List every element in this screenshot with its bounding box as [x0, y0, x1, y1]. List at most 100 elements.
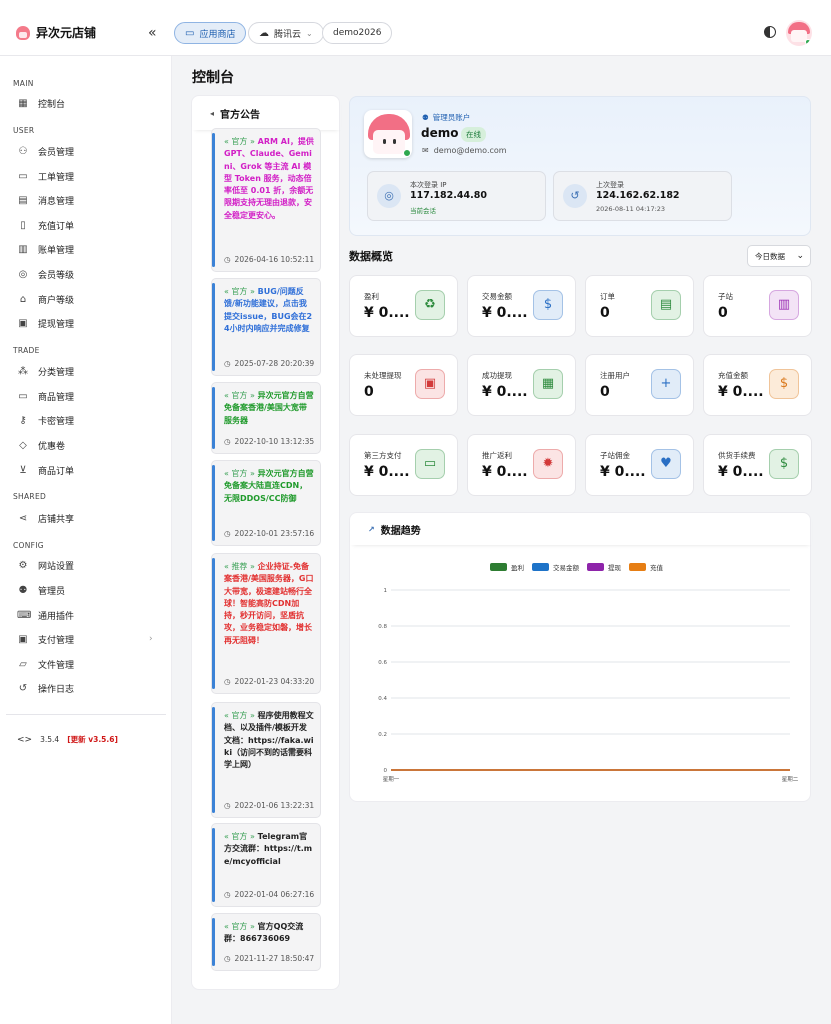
timestamp: 2022-01-23 04:33:20	[234, 677, 315, 686]
announcement-item[interactable]: « 官方 » 官方QQ交流群：866736069 ◷ 2021-11-27 18:…	[211, 913, 321, 971]
stat-card[interactable]: 充值金额 ¥ 0.... $	[703, 354, 812, 416]
user-avatar[interactable]	[786, 20, 812, 46]
sidebar-item-shop-share[interactable]: ⋖ 店铺共享	[17, 511, 74, 525]
sidebar-item-categories[interactable]: ⁂ 分类管理	[17, 364, 74, 378]
stat-card[interactable]: 推广返利 ¥ 0.... ✹	[467, 434, 576, 496]
stat-label: 充值金额	[718, 371, 748, 380]
announcement-item[interactable]: « 官方 » 异次元官方自营免备案大陆直连CDN，无限DDOS/CC防御 ◷ 20…	[211, 460, 321, 546]
announcement-item[interactable]: « 官方 » 异次元官方自营免备案香港/美国大宽带服务器 ◷ 2022-10-10…	[211, 382, 321, 454]
announcement-item[interactable]: « 官方 » Telegram官方交流群：https://t.me/mcyoff…	[211, 823, 321, 907]
stat-value: ¥ 0....	[482, 464, 528, 480]
sidebar-item-label: 控制台	[38, 99, 66, 110]
update-link[interactable]: [更新 v3.5.6]	[67, 734, 118, 745]
clock-icon: ◷	[224, 437, 231, 446]
stat-card[interactable]: 未处理提现 0 ▣	[349, 354, 458, 416]
sidebar-item-recharge-orders[interactable]: ▯ 充值订单	[17, 218, 74, 232]
announcement-body: « 官方 » Telegram官方交流群：https://t.me/mcyoff…	[224, 831, 314, 868]
timestamp: 2022-10-01 23:57:16	[234, 529, 315, 538]
sidebar-item-label: 提现管理	[38, 319, 75, 330]
app-logo[interactable]: 异次元店铺	[16, 24, 96, 41]
key-icon: ⚷	[19, 414, 27, 426]
admin-icon: ⚉	[422, 113, 429, 122]
app-title: 异次元店铺	[36, 26, 97, 40]
sidebar-item-plugins[interactable]: ⌨ 通用插件	[17, 608, 74, 622]
tencent-cloud-pill[interactable]: ☁ 腾讯云 ⌄	[248, 22, 324, 44]
sidebar-item-product-orders[interactable]: ⊻ 商品订单	[17, 463, 74, 477]
app-store-pill[interactable]: ▭ 应用商店	[174, 22, 247, 44]
collapse-sidebar-icon[interactable]: «	[148, 26, 157, 40]
sidebar: MAIN ▦ 控制台 USER ⚇ 会员管理 ▭ 工单管理 ▤ 消息管理 ▯ 充值订单 ▥…	[0, 56, 172, 1024]
sidebar-item-site-settings[interactable]: ⚙ 网站设置	[17, 558, 75, 572]
sidebar-item-messages[interactable]: ▤ 消息管理	[17, 193, 74, 207]
sidebar-item-member-levels[interactable]: ◎ 会员等级	[17, 267, 74, 281]
sidebar-item-label: 会员等级	[38, 270, 75, 281]
section-main: MAIN	[13, 79, 34, 88]
tag-icon: ◇	[19, 439, 27, 451]
sidebar-item-members[interactable]: ⚇ 会员管理	[17, 144, 75, 158]
sidebar-item-label: 操作日志	[38, 684, 75, 695]
sidebar-item-bills[interactable]: ▥ 账单管理	[17, 242, 74, 256]
dollar-icon: $	[533, 290, 563, 320]
sidebar-item-label: 通用插件	[38, 611, 75, 622]
announcement-item[interactable]: « 官方 » 程序使用教程文档、以及插件/模板开发文档：https://faka…	[211, 702, 321, 818]
sidebar-item-coupons[interactable]: ◇ 优惠卷	[17, 438, 65, 452]
stat-value: 0	[600, 384, 610, 400]
announcement-item[interactable]: « 推荐 » 企业持证-免备案香港/美国服务器，G口大带宽，极速建站畅行全球！智…	[211, 553, 321, 694]
stat-label: 注册用户	[600, 371, 630, 380]
stat-card[interactable]: 供货手续费 ¥ 0.... $	[703, 434, 812, 496]
sidebar-item-tickets[interactable]: ▭ 工单管理	[17, 169, 74, 183]
demo-pill[interactable]: demo2026	[322, 22, 393, 44]
stat-card[interactable]: 成功提现 ¥ 0.... ▦	[467, 354, 576, 416]
stat-card[interactable]: 交易金额 ¥ 0.... $	[467, 275, 576, 337]
clock-icon: ◷	[224, 890, 231, 899]
sidebar-item-admins[interactable]: ⚉ 管理员	[17, 583, 66, 597]
profile-card: ⚉ 管理员账户 demo 在线 ✉ demo@demo.com ◎ 本次登录 IP …	[349, 96, 811, 236]
timestamp: 2022-01-04 06:27:16	[234, 890, 315, 899]
list-icon: ▤	[651, 290, 681, 320]
gear-icon: ⚙	[18, 559, 28, 571]
announcement-item[interactable]: « 官方 » ARM AI，提供 GPT、Claude、Gemini、Grok …	[211, 128, 321, 272]
announcement-body: « 官方 » ARM AI，提供 GPT、Claude、Gemini、Grok …	[224, 136, 314, 222]
stat-card[interactable]: 子站 0 ▥	[703, 275, 812, 337]
sidebar-item-label: 店铺共享	[38, 514, 75, 525]
fee-icon: $	[769, 449, 799, 479]
sidebar-item-label: 工单管理	[38, 172, 75, 183]
stat-card[interactable]: 盈利 ¥ 0.... ♻	[349, 275, 458, 337]
location-icon: ◎	[377, 184, 401, 208]
theme-toggle-icon[interactable]	[764, 26, 776, 38]
announcement-item[interactable]: « 官方 » BUG/问题反馈/新功能建议，点击我提交issue，BUG会在24…	[211, 278, 321, 376]
stat-value: ¥ 0....	[364, 305, 410, 321]
sidebar-item-logs[interactable]: ↺ 操作日志	[17, 681, 74, 695]
sidebar-item-payments[interactable]: ▣ 支付管理 ›	[17, 632, 167, 646]
stat-card[interactable]: 第三方支付 ¥ 0.... ▭	[349, 434, 458, 496]
timestamp: 2022-10-10 13:12:35	[234, 437, 315, 446]
history-icon: ↺	[18, 682, 28, 694]
sidebar-item-merchant-levels[interactable]: ⌂ 商户等级	[17, 292, 74, 306]
sidebar-item-card-keys[interactable]: ⚷ 卡密管理	[17, 413, 74, 427]
sidebar-item-dashboard[interactable]: ▦ 控制台	[17, 96, 65, 110]
sidebar-item-products[interactable]: ▭ 商品管理	[17, 389, 74, 403]
y-tick-label: 0.6	[378, 660, 387, 666]
chevron-down-icon: ⌄	[306, 28, 313, 38]
add-user-icon: +	[651, 369, 681, 399]
y-tick-label: 0.4	[378, 696, 387, 702]
stat-card[interactable]: 订单 0 ▤	[585, 275, 694, 337]
stat-card[interactable]: 注册用户 0 +	[585, 354, 694, 416]
x-tick-label: 星期二	[782, 776, 799, 783]
announcement-text: 企业持证-免备案香港/美国服务器，G口大带宽，极速建站畅行全球！智能高防CDN加…	[224, 562, 314, 645]
announcement-body: « 推荐 » 企业持证-免备案香港/美国服务器，G口大带宽，极速建站畅行全球！智…	[224, 561, 314, 647]
y-tick-label: 0.2	[378, 732, 387, 738]
stat-value: ¥ 0....	[718, 384, 764, 400]
timestamp: 2026-04-16 10:52:11	[234, 255, 315, 264]
sidebar-item-files[interactable]: ▱ 文件管理	[17, 657, 74, 671]
ticket-icon: ▭	[18, 170, 28, 182]
sidebar-item-label: 支付管理	[38, 635, 75, 646]
email-text: demo@demo.com	[433, 146, 507, 155]
clock-icon: ◷	[224, 801, 231, 810]
sidebar-item-withdrawals[interactable]: ▣ 提现管理	[17, 316, 74, 330]
stat-value: ¥ 0....	[482, 305, 528, 321]
range-select[interactable]: 今日数据 ⌄	[747, 245, 811, 267]
mascot-logo-icon	[16, 25, 30, 40]
stat-card[interactable]: 子站佣金 ¥ 0.... ♥	[585, 434, 694, 496]
users-icon: ⚇	[18, 145, 28, 157]
